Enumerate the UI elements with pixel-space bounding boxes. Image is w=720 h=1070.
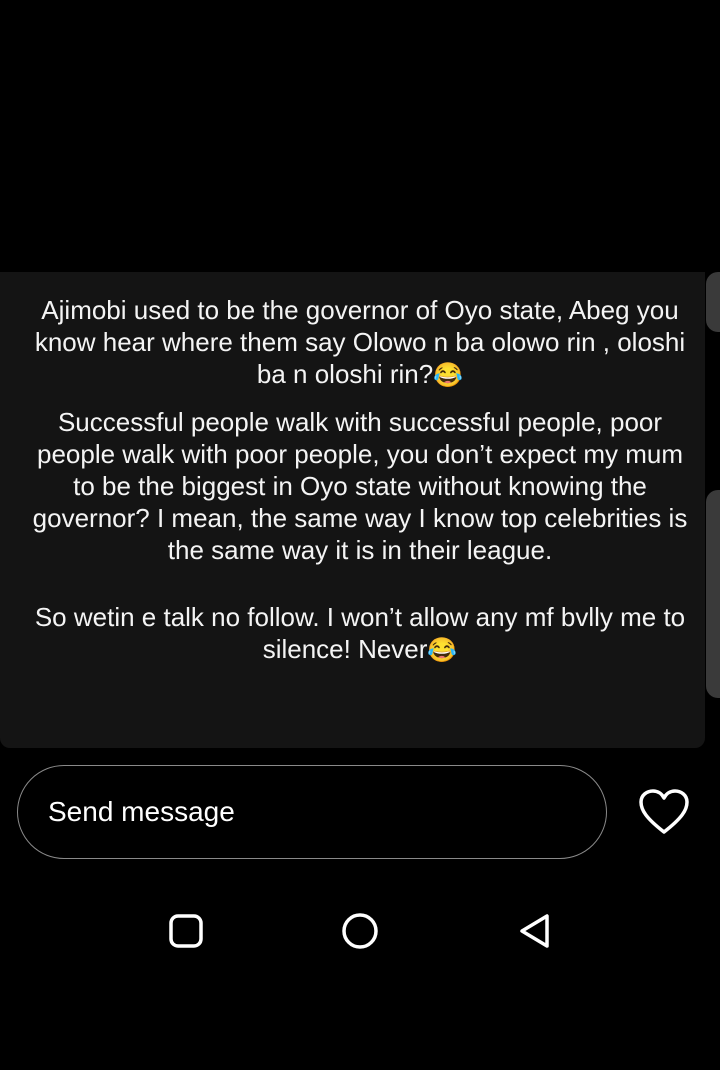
story-paragraph: Ajimobi used to be the governor of Oyo s… xyxy=(30,294,690,392)
back-button[interactable] xyxy=(515,911,555,951)
paragraph-text: Successful people walk with successful p… xyxy=(32,407,688,565)
laughing-emoji: 😂 xyxy=(433,362,464,389)
send-message-input[interactable]: Send message xyxy=(17,765,607,859)
adjacent-story-edge[interactable] xyxy=(706,272,720,332)
triangle-back-icon xyxy=(520,914,549,948)
paragraph-text: So wetin e talk no follow. I won’t allow… xyxy=(34,602,686,664)
rounded-square-icon xyxy=(169,914,203,948)
story-paragraph: So wetin e talk no follow. I won’t allow… xyxy=(30,601,690,667)
laughing-emoji: 😂 xyxy=(427,637,458,664)
like-button[interactable] xyxy=(638,788,690,836)
heart-icon xyxy=(639,789,689,834)
circle-icon xyxy=(342,913,378,949)
adjacent-story-edge[interactable] xyxy=(706,490,720,698)
recent-apps-button[interactable] xyxy=(166,911,206,951)
home-button[interactable] xyxy=(340,911,380,951)
system-navigation-bar xyxy=(0,895,720,967)
paragraph-text: Ajimobi used to be the governor of Oyo s… xyxy=(34,295,686,389)
story-paragraph: Successful people walk with successful p… xyxy=(30,406,690,566)
send-message-placeholder: Send message xyxy=(48,796,235,827)
